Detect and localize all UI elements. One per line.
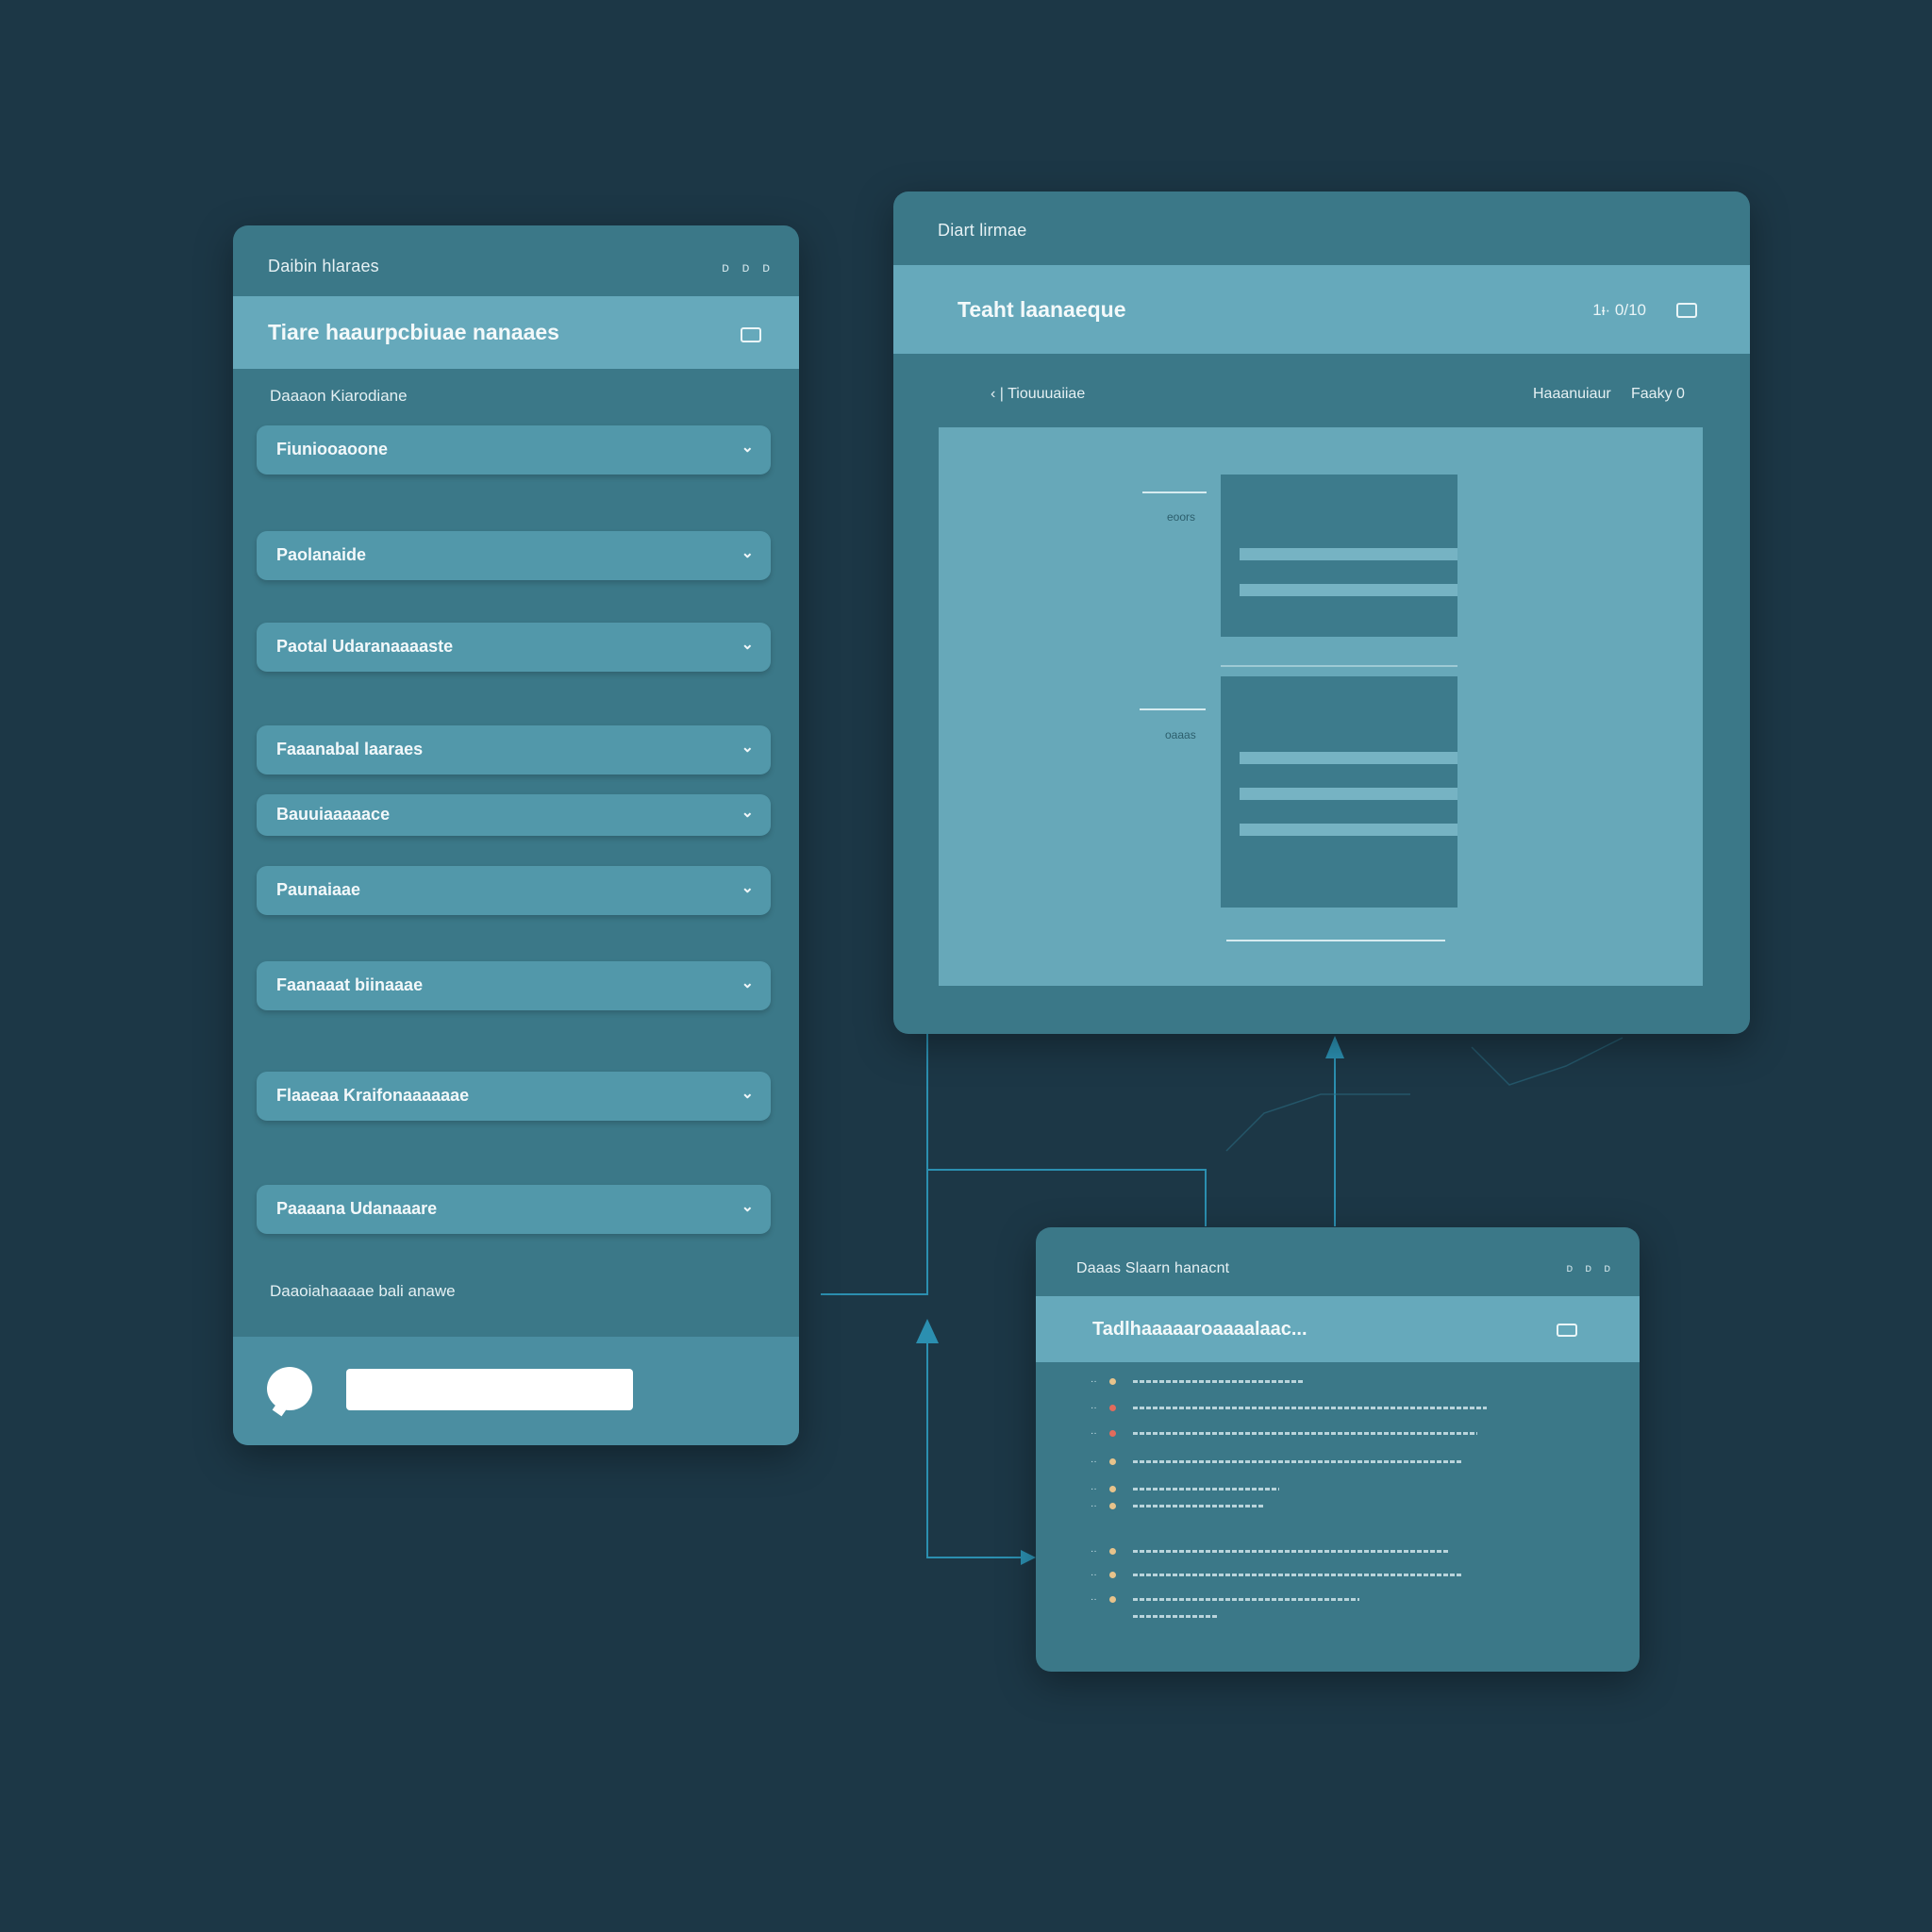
status-dot-icon — [1109, 1596, 1116, 1603]
log-text — [1133, 1488, 1279, 1491]
dropdown-6[interactable]: Paunaiaae ⌄ — [257, 866, 771, 915]
chevron-down-icon: ⌄ — [741, 740, 754, 756]
settings-panel: Daibin hlaraes ᴅ ᴅ ᴅ Tiare haaurpcbiuae … — [233, 225, 799, 1445]
section-label: eoors — [1167, 510, 1196, 524]
window-title: Diart lirmae — [938, 221, 1027, 240]
dropdown-label: Flaaeaa Kraifonaaaaaae — [276, 1086, 470, 1105]
dropdown-8[interactable]: Flaaeaa Kraifonaaaaaae ⌄ — [257, 1072, 771, 1121]
dropdown-3[interactable]: Paotal Udaranaaaaste ⌄ — [257, 623, 771, 672]
window-icon[interactable] — [741, 327, 761, 342]
window-controls[interactable]: ᴅ ᴅ ᴅ — [1566, 1261, 1615, 1274]
dropdown-label: Paotal Udaranaaaaste — [276, 637, 454, 656]
log-window: Daaas Slaarn hanacnt ᴅ ᴅ ᴅ Tadlhaaaaaroa… — [1036, 1227, 1640, 1672]
log-text — [1133, 1598, 1359, 1601]
preview-canvas: eoors oaaas — [939, 427, 1703, 986]
dropdown-label: Bauuiaaaaace — [276, 805, 391, 824]
log-text — [1133, 1407, 1487, 1409]
log-number: ·· — [1091, 1484, 1097, 1494]
breadcrumb[interactable]: ‹ | Tiouuuaiiae — [991, 386, 1085, 403]
preview-header: Teaht laanaeque 1ᵻ· 0/10 — [893, 265, 1750, 354]
log-text — [1133, 1505, 1265, 1507]
chevron-down-icon: ⌄ — [741, 975, 754, 991]
dropdown-1[interactable]: Fiuniooaoone ⌄ — [257, 425, 771, 475]
chat-input[interactable] — [346, 1369, 633, 1410]
log-header: Tadlhaaaaaroaaaalaac... — [1036, 1296, 1640, 1362]
log-number: ·· — [1091, 1428, 1097, 1439]
toolbar-item[interactable]: Faaky 0 — [1631, 386, 1685, 403]
log-text — [1133, 1380, 1303, 1383]
dropdown-label: Paaaana Udanaaare — [276, 1199, 438, 1218]
log-text — [1133, 1615, 1218, 1618]
dropdown-2[interactable]: Paolanaide ⌄ — [257, 531, 771, 580]
window-icon[interactable] — [1557, 1324, 1577, 1337]
status-dot-icon — [1109, 1486, 1116, 1492]
content-block — [1221, 676, 1457, 908]
dropdown-9[interactable]: Paaaana Udanaaare ⌄ — [257, 1185, 771, 1234]
dropdown-label: Paolanaide — [276, 545, 367, 564]
chevron-down-icon: ⌄ — [741, 545, 754, 561]
log-number: ·· — [1091, 1501, 1097, 1511]
preview-window: Diart lirmae Teaht laanaeque 1ᵻ· 0/10 ‹ … — [893, 192, 1750, 1034]
chevron-down-icon: ⌄ — [741, 805, 754, 821]
log-number: ·· — [1091, 1594, 1097, 1605]
divider — [1140, 708, 1206, 710]
dropdown-label: Faaanabal laaraes — [276, 740, 424, 758]
chat-bubble-icon[interactable] — [267, 1367, 312, 1410]
text-line — [1240, 788, 1457, 800]
dropdown-label: Paunaiaae — [276, 880, 361, 899]
chevron-down-icon: ⌄ — [741, 1086, 754, 1102]
preview-header-title: Teaht laanaeque — [958, 297, 1126, 322]
arrow-right-icon — [1021, 1550, 1036, 1565]
page-counter: 1ᵻ· 0/10 — [1592, 301, 1646, 319]
status-dot-icon — [1109, 1430, 1116, 1437]
log-header-title: Tadlhaaaaaroaaaalaac... — [1092, 1319, 1307, 1340]
dropdown-5[interactable]: Bauuiaaaaace ⌄ — [257, 794, 771, 836]
dropdown-label: Fiuniooaoone — [276, 440, 388, 458]
log-text — [1133, 1432, 1477, 1435]
section-label: Daaaon Kiarodiane — [270, 387, 408, 405]
log-number: ·· — [1091, 1376, 1097, 1387]
status-dot-icon — [1109, 1548, 1116, 1555]
section-label: oaaas — [1165, 728, 1196, 741]
text-line — [1240, 752, 1457, 764]
divider — [1142, 491, 1207, 493]
chat-footer — [233, 1337, 799, 1445]
chevron-down-icon: ⌄ — [741, 637, 754, 653]
content-block — [1221, 475, 1457, 637]
status-dot-icon — [1109, 1378, 1116, 1385]
arrow-up-icon — [916, 1319, 939, 1343]
panel-header-title: Tiare haaurpcbiuae nanaaes — [268, 320, 559, 344]
chevron-down-icon: ⌄ — [741, 880, 754, 896]
window-title: Daaas Slaarn hanacnt — [1076, 1260, 1230, 1276]
chevron-down-icon: ⌄ — [741, 1199, 754, 1215]
text-line — [1240, 584, 1457, 596]
dropdown-label: Faanaaat biinaaae — [276, 975, 424, 994]
log-number: ·· — [1091, 1570, 1097, 1580]
window-icon[interactable] — [1676, 303, 1697, 318]
chevron-down-icon: ⌄ — [741, 440, 754, 456]
log-number: ·· — [1091, 1457, 1097, 1467]
text-line — [1240, 548, 1457, 560]
dropdown-4[interactable]: Faaanabal laaraes ⌄ — [257, 725, 771, 774]
window-title: Daibin hlaraes — [268, 257, 379, 275]
toolbar-item[interactable]: Haaanuiaur — [1533, 386, 1611, 403]
log-number: ·· — [1091, 1546, 1097, 1557]
log-text — [1133, 1574, 1463, 1576]
arrow-up-icon — [1325, 1036, 1344, 1058]
divider — [1226, 940, 1445, 941]
log-number: ·· — [1091, 1403, 1097, 1413]
log-text — [1133, 1460, 1463, 1463]
divider — [1221, 665, 1457, 667]
status-dot-icon — [1109, 1503, 1116, 1509]
footer-label: Daaoiahaaaae bali anawe — [270, 1282, 456, 1300]
panel-header: Tiare haaurpcbiuae nanaaes — [233, 296, 799, 369]
dropdown-7[interactable]: Faanaaat biinaaae ⌄ — [257, 961, 771, 1010]
status-dot-icon — [1109, 1572, 1116, 1578]
status-dot-icon — [1109, 1405, 1116, 1411]
text-line — [1240, 824, 1457, 836]
status-dot-icon — [1109, 1458, 1116, 1465]
window-controls[interactable]: ᴅ ᴅ ᴅ — [722, 259, 774, 275]
log-text — [1133, 1550, 1449, 1553]
